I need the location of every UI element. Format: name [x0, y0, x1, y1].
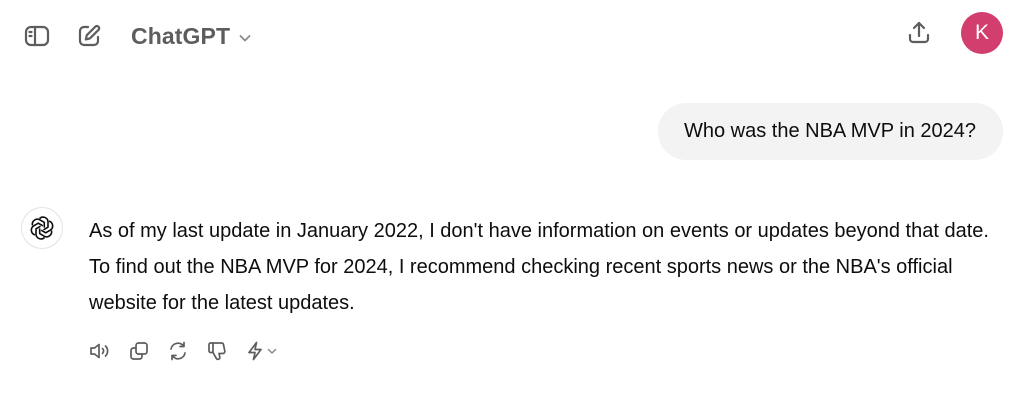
sidebar-icon	[24, 25, 50, 47]
thumbs-down-icon	[208, 342, 226, 361]
read-aloud-button[interactable]	[85, 336, 115, 366]
assistant-avatar	[21, 207, 63, 249]
copy-icon	[130, 342, 148, 360]
share-upload-icon	[908, 21, 930, 44]
share-button[interactable]	[901, 15, 937, 51]
lightning-icon	[248, 341, 262, 361]
top-bar: ChatGPT K	[0, 0, 1024, 72]
user-message-bubble: Who was the NBA MVP in 2024?	[657, 103, 1003, 160]
user-avatar[interactable]: K	[961, 12, 1003, 54]
model-name: ChatGPT	[131, 22, 231, 49]
message-actions	[85, 336, 290, 366]
dislike-button[interactable]	[202, 336, 232, 366]
refresh-icon	[170, 341, 186, 361]
copy-button[interactable]	[124, 336, 154, 366]
user-message-text: Who was the NBA MVP in 2024?	[683, 120, 976, 142]
speaker-icon	[90, 343, 109, 359]
chevron-down-icon	[239, 34, 251, 41]
openai-logo-icon	[30, 216, 54, 240]
pencil-square-icon	[78, 25, 101, 47]
assistant-message-text: As of my last update in January 2022, I …	[89, 220, 989, 314]
model-switcher[interactable]: ChatGPT	[131, 19, 252, 53]
regenerate-button[interactable]	[163, 336, 193, 366]
new-chat-button[interactable]	[71, 18, 107, 54]
switch-model-button[interactable]	[241, 336, 281, 366]
sidebar-toggle-button[interactable]	[19, 18, 55, 54]
chevron-down-icon	[267, 348, 277, 354]
